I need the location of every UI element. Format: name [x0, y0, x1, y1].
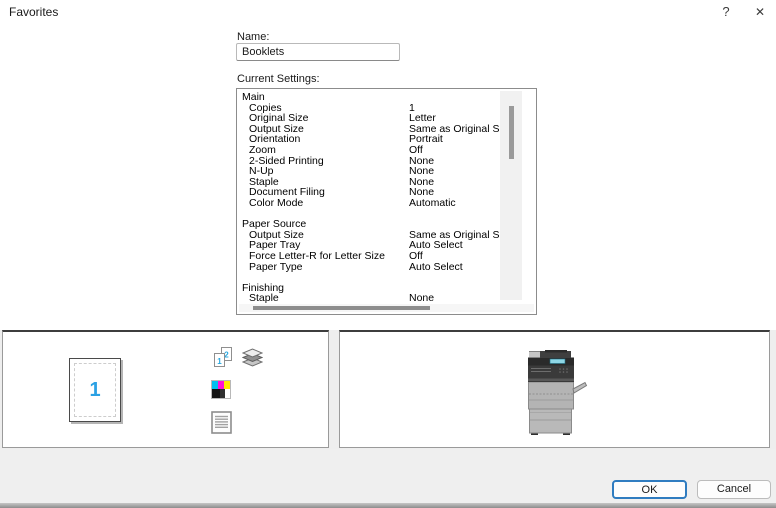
setting-label: Staple — [242, 293, 279, 303]
window-bottom-edge — [0, 503, 776, 508]
cancel-button[interactable]: Cancel — [697, 480, 771, 499]
settings-group-title: Finishing — [242, 283, 534, 294]
paper-stack-icon — [242, 348, 263, 373]
printer-image — [526, 349, 588, 442]
setting-value: Automatic — [409, 198, 456, 209]
two-sided-pages-icon: 2 1 — [212, 346, 235, 374]
close-icon: ✕ — [755, 5, 765, 19]
page-number: 1 — [89, 379, 100, 402]
settings-row: 2-Sided PrintingNone — [242, 156, 534, 167]
help-icon: ? — [722, 4, 729, 19]
settings-row: Paper Type Auto Select — [242, 262, 534, 273]
vertical-scrollbar[interactable] — [500, 91, 522, 300]
name-label: Name: — [237, 31, 269, 43]
current-settings-label: Current Settings: — [237, 73, 320, 85]
favorites-dialog: Favorites ? ✕ Name: Current Settings: Ma… — [0, 0, 776, 508]
vertical-scrollbar-thumb[interactable] — [509, 106, 514, 159]
setting-label: Main — [242, 92, 265, 103]
settings-row: Staple None — [242, 293, 534, 303]
setting-value: Auto Select — [409, 262, 463, 273]
settings-row: OrientationPortrait — [242, 134, 534, 145]
page-thumbnail: 1 — [69, 358, 121, 422]
preview-strip: 1 2 1 — [0, 330, 776, 449]
settings-group-title: Main — [242, 92, 534, 103]
settings-blank-row — [242, 272, 534, 283]
setting-label: Paper Type — [242, 262, 303, 273]
document-icon — [211, 411, 232, 439]
name-input[interactable] — [236, 43, 400, 61]
preview-panel-settings: 1 2 1 — [2, 330, 329, 448]
setting-value: Off — [409, 251, 423, 262]
svg-text:1: 1 — [217, 357, 222, 366]
preview-panel-printer — [339, 330, 770, 448]
settings-row: N-UpNone — [242, 166, 534, 177]
settings-listbox[interactable]: MainCopies1Original SizeLetterOutput Siz… — [236, 88, 537, 315]
close-button[interactable]: ✕ — [744, 0, 776, 24]
setting-value: None — [409, 293, 434, 303]
color-mode-icon — [211, 380, 231, 404]
settings-list-content: MainCopies1Original SizeLetterOutput Siz… — [242, 92, 534, 303]
setting-label: Zoom — [242, 145, 276, 156]
horizontal-scrollbar-thumb[interactable] — [253, 306, 430, 310]
title-bar: Favorites ? ✕ — [0, 0, 776, 24]
setting-label: Color Mode — [242, 198, 303, 209]
horizontal-scrollbar[interactable] — [239, 304, 534, 312]
settings-row: Zoom Off — [242, 145, 534, 156]
ok-button[interactable]: OK — [612, 480, 687, 499]
setting-label: Force Letter-R for Letter Size — [242, 251, 385, 262]
setting-value: Off — [409, 145, 423, 156]
help-button[interactable]: ? — [710, 0, 742, 24]
button-bar: OK Cancel — [0, 449, 776, 503]
settings-row: Color Mode Automatic — [242, 198, 534, 209]
settings-row: Force Letter-R for Letter Size Off — [242, 251, 534, 262]
window-title: Favorites — [9, 5, 58, 19]
